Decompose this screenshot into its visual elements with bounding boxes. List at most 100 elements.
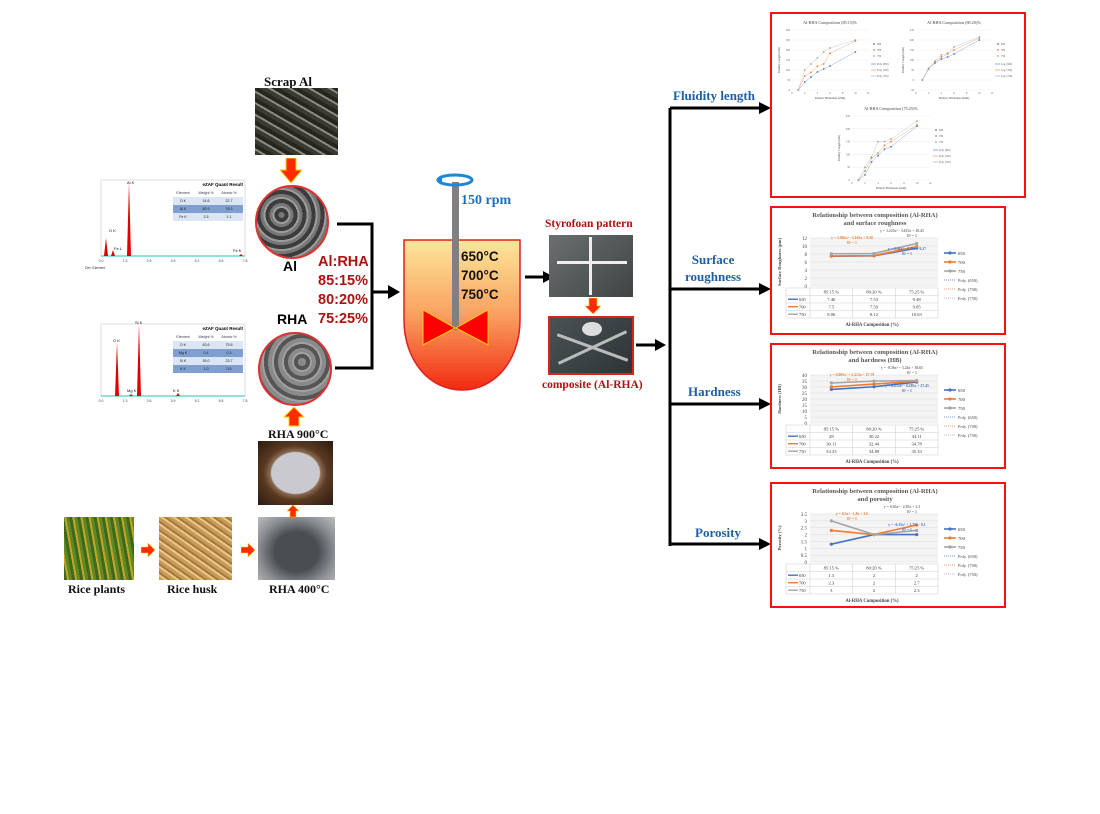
legend-trend-label: Poly. (700) [877, 69, 889, 72]
x-tick-label: 2 [864, 182, 866, 185]
temperature-item: 700°C [461, 268, 499, 283]
y-tick-label: 0 [805, 561, 808, 566]
x-tick-label: 12 [867, 92, 870, 95]
legend-marker-dot [948, 527, 952, 531]
table-cell: Mg K [179, 351, 188, 355]
peak-label: Fe L [114, 246, 123, 251]
data-point [915, 379, 919, 383]
table-cell: Fe K [179, 215, 187, 219]
y-axis-label: Porosity (%) [777, 525, 782, 551]
y-tick-label: 250 [910, 29, 915, 32]
data-point [829, 65, 831, 67]
table-header: Weight % [198, 191, 214, 195]
legend-label: 650 [1001, 43, 1006, 46]
rha-400-label: RHA 400°C [269, 582, 330, 596]
legend-trend-label: Poly. (750) [958, 296, 978, 301]
table-cell: 82.9 [203, 207, 210, 211]
y-axis-label: Fluidity Length (mm) [777, 47, 781, 73]
y-tick-label: 50 [911, 69, 914, 72]
y-tick-label: 25 [802, 392, 808, 397]
table-header: 80:20 % [866, 427, 882, 432]
peak-label: Mg K [127, 388, 137, 393]
data-point [803, 75, 806, 77]
trendline-r2: R² = 1 [907, 234, 917, 238]
rice-plants-photo [64, 517, 134, 580]
y-tick-label: 250 [846, 115, 851, 118]
results-tree [668, 102, 771, 550]
al-label: Al [283, 258, 297, 274]
data-point [816, 71, 819, 73]
legend-trend-label: Poly. (700) [958, 563, 978, 568]
table-series-name: 650 [799, 573, 806, 578]
data-point [927, 67, 930, 70]
y-tick-label: 1.5 [801, 540, 808, 545]
y-tick-label: 1 [805, 547, 808, 552]
legend-marker [935, 135, 937, 137]
x-tick-label: 0 [851, 182, 853, 185]
data-point [822, 68, 825, 70]
data-point [829, 519, 833, 523]
x-tick-label: 3.9 [171, 259, 176, 263]
legend-trend-label: Log. (650) [1001, 63, 1012, 66]
legend-trend-label: Poly. (750) [939, 161, 951, 164]
branch-label-line: Surface [691, 252, 735, 267]
legend-marker [935, 141, 937, 143]
hardness-chart-panel: Relationship between composition (Al-RHA… [770, 343, 1006, 469]
legend-marker-dot [948, 536, 952, 540]
y-tick-label: 3 [805, 520, 808, 525]
trend-line [858, 120, 918, 181]
table-cell: 76.3 [226, 207, 233, 211]
chart-title: and hardness (HB) [848, 357, 901, 364]
trendline-r2: R² = 1 [847, 517, 857, 521]
legend-label: 750 [958, 406, 966, 411]
y-tick-label: 0.5 [801, 554, 808, 559]
styrofoam-pattern-photo [549, 235, 633, 297]
table-cell: 2.3 [828, 581, 834, 586]
table-header: Atomic % [221, 335, 237, 339]
x-tick-label: 8 [966, 92, 968, 95]
data-point [872, 379, 876, 383]
legend-marker-dot [948, 251, 952, 255]
x-tick-label: 6 [829, 92, 831, 95]
peak-label: O K [109, 228, 116, 233]
legend-trend-label: Poly. (750) [958, 433, 978, 438]
legend-marker-dot [948, 388, 952, 392]
x-tick-label: 12 [929, 182, 932, 185]
data-point [940, 58, 943, 60]
peak-label: K K [173, 388, 180, 393]
table-cell: 1.0 [204, 367, 209, 371]
data-point [883, 144, 886, 147]
data-point [940, 56, 943, 58]
y-tick-label: 150 [910, 49, 915, 52]
data-point [829, 47, 831, 49]
legend-label: 700 [877, 49, 882, 52]
y-tick-label: 0 [913, 79, 915, 82]
branch-surface-roughness: Surface roughness [685, 251, 741, 285]
y-tick-label: 50 [787, 79, 790, 82]
arrow-down-icon [280, 158, 302, 184]
table-cell: K K [180, 367, 186, 371]
rotation-icon [436, 173, 474, 187]
eds-spectrum-al: 0.0 1.3 2.6 3.9 5.2 6.5 7.8 Al K O K Fe L Fe K eZAF… [83, 172, 249, 275]
data-point [946, 52, 949, 54]
chart-title: Relationship between composition (Al-RHA… [812, 488, 937, 495]
x-tick-label: 7.8 [243, 399, 248, 403]
eds-title: eZAF Quant Result [202, 182, 243, 187]
y-tick-label: 100 [786, 69, 791, 72]
data-point [829, 252, 833, 256]
trendline-equation: y = 1.225x² - 3.615x + 10.45 [880, 229, 924, 233]
table-cell: 10.63 [911, 312, 922, 317]
x-tick-label: 10 [978, 92, 981, 95]
x-tick-label: 2 [928, 92, 930, 95]
data-point [854, 51, 857, 53]
table-cell: 34.11 [912, 434, 923, 439]
legend-marker-dot [948, 397, 952, 401]
temperature-list: 650°C 700°C 750°C [461, 247, 499, 304]
legend-trend-label: Poly. (650) [958, 415, 978, 420]
y-tick-label: 0 [849, 179, 851, 182]
data-point [870, 161, 873, 163]
x-tick-label: 6 [890, 182, 892, 185]
legend-marker [997, 49, 999, 51]
y-tick-label: 30 [802, 386, 808, 391]
y-tick-label: 0 [789, 89, 791, 92]
